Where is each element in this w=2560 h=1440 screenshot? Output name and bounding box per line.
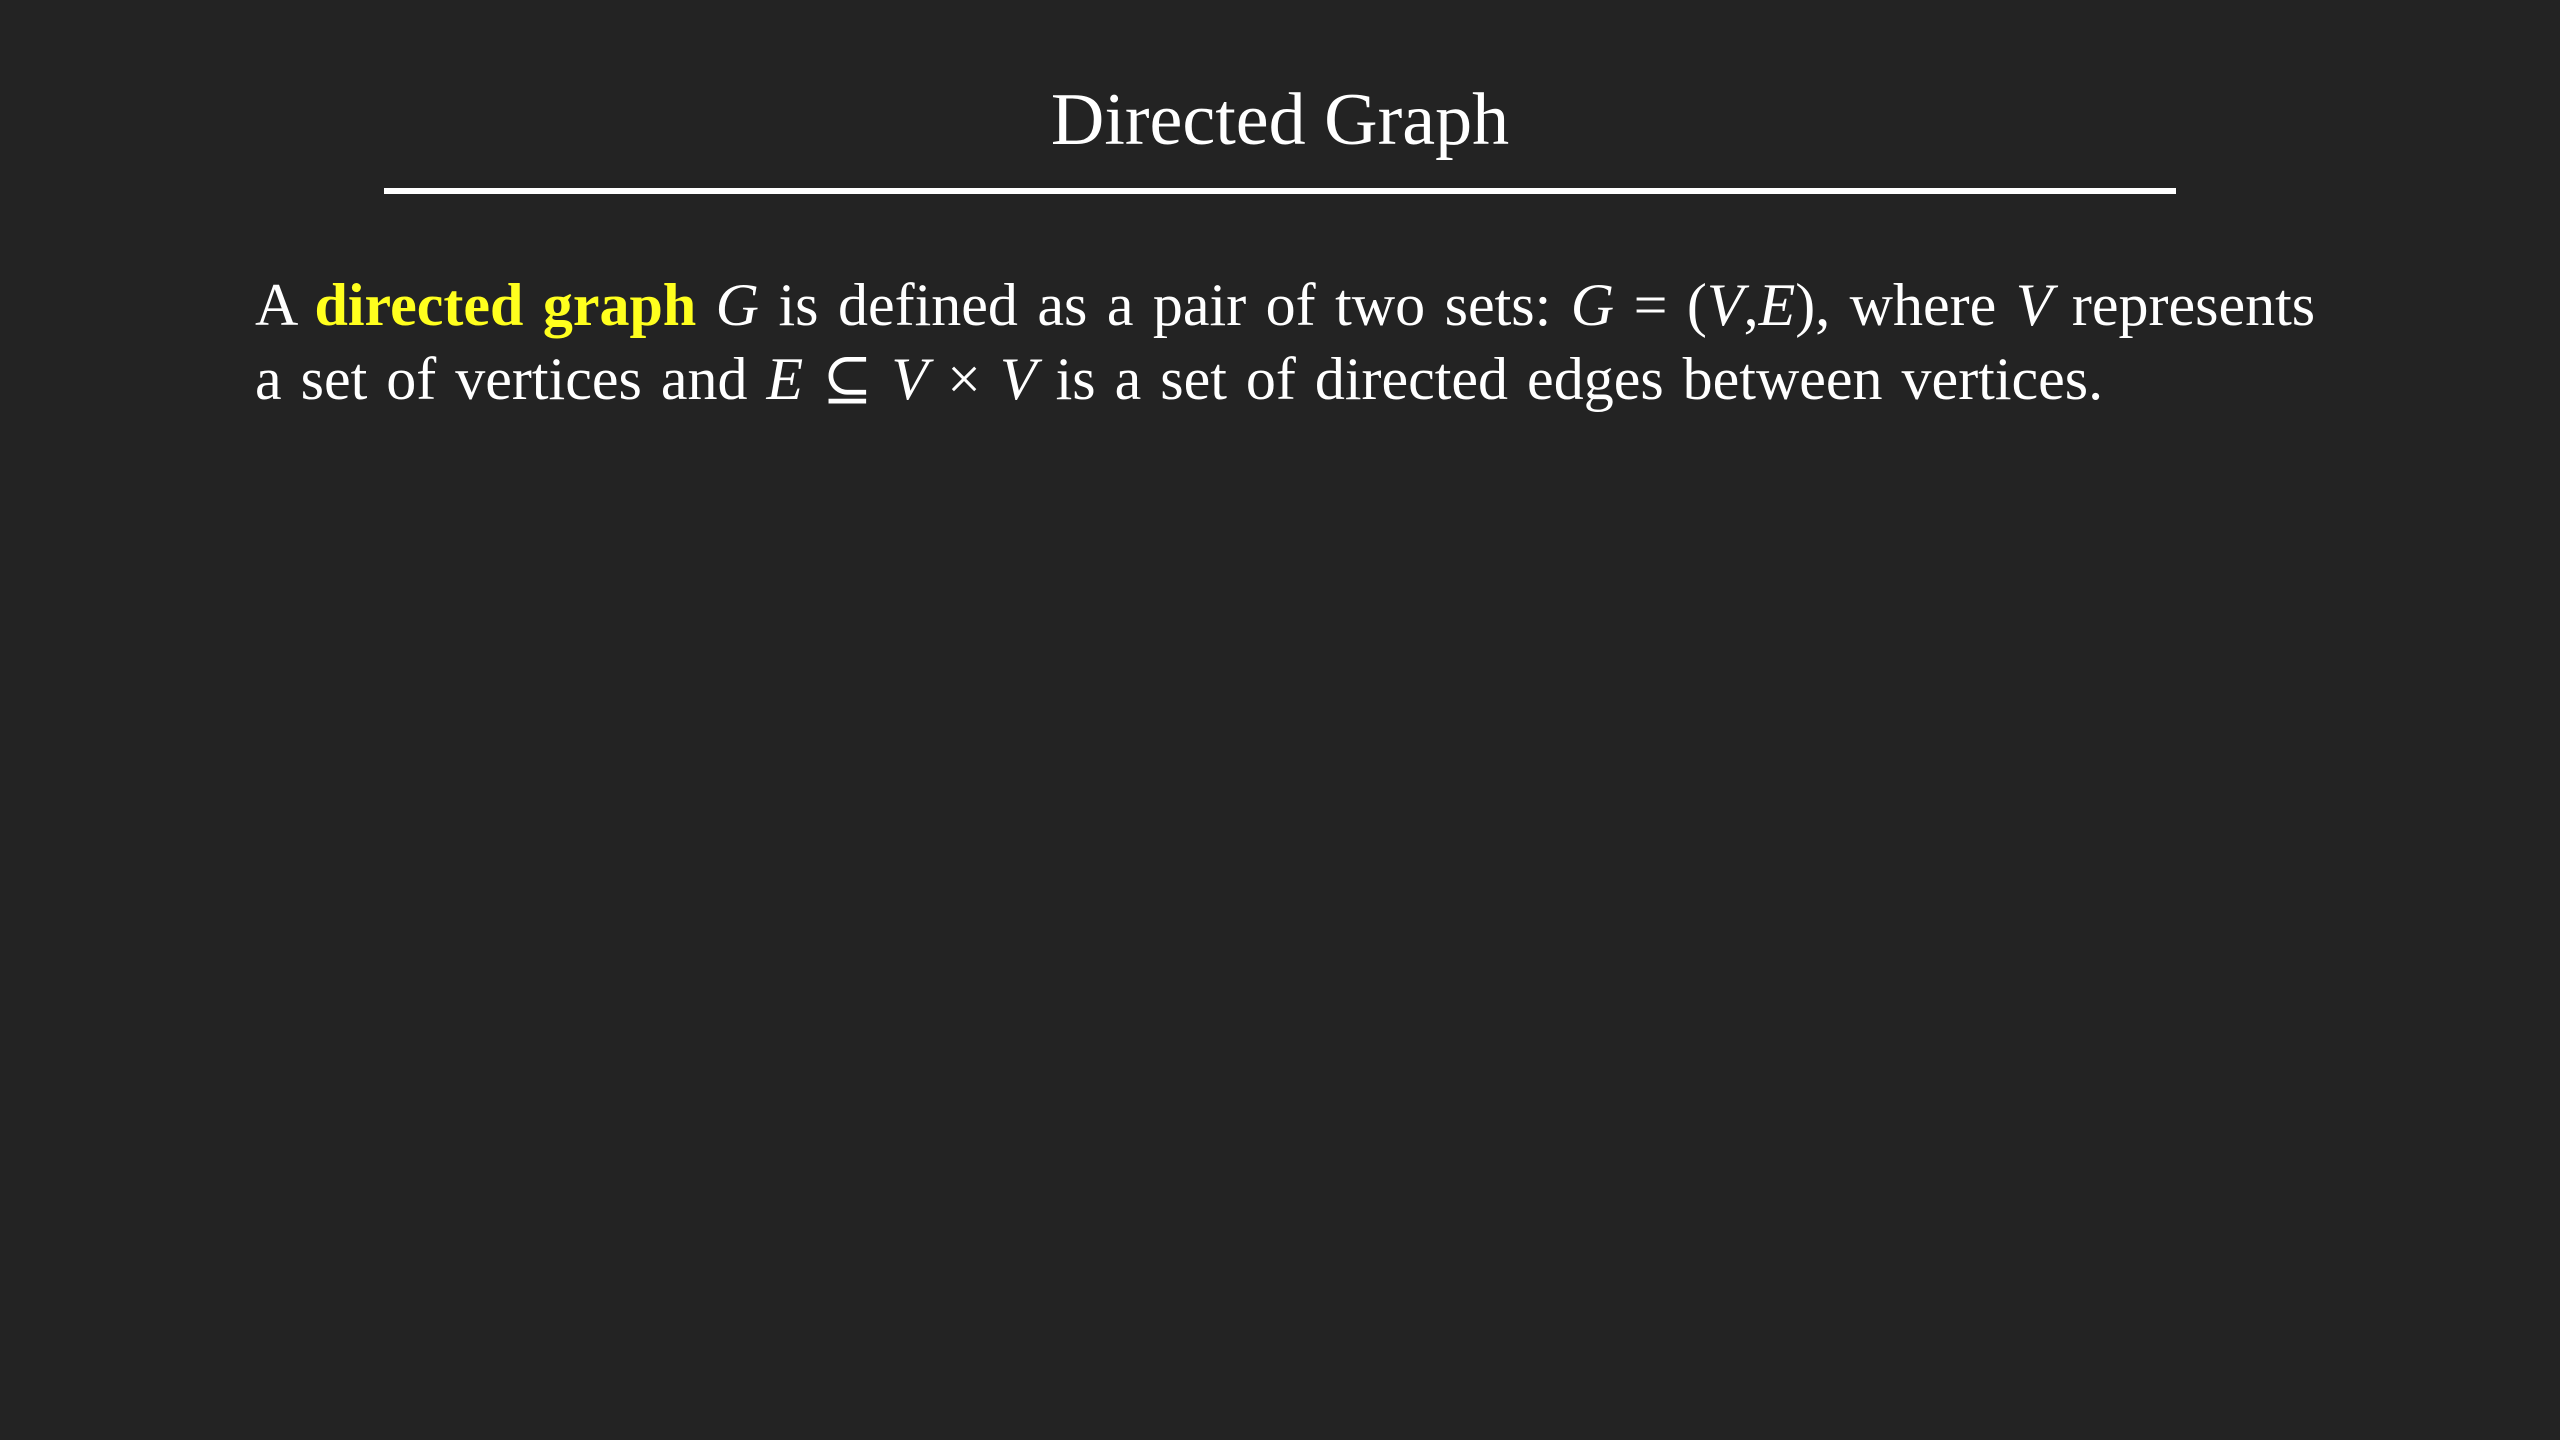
math-paren-close: ) — [1795, 272, 1816, 338]
math-subseteq: ⊆ — [822, 346, 873, 412]
title-divider — [384, 188, 2176, 194]
math-v-2: V — [2015, 272, 2053, 338]
definition-text-5: is a set of directed edges between verti… — [1055, 346, 2104, 412]
math-v-3: V — [891, 346, 929, 412]
math-g: G — [715, 272, 760, 338]
math-e: E — [1758, 272, 1796, 338]
math-e-2: E — [766, 346, 804, 412]
math-times: × — [947, 346, 981, 412]
definition-text-2: is defined as a pair of two sets: — [778, 272, 1552, 338]
math-paren-open: ( — [1686, 272, 1707, 338]
math-equals: = — [1633, 272, 1668, 338]
definition-paragraph: A directed graph G is defined as a pair … — [255, 268, 2315, 416]
math-v-4: V — [999, 346, 1037, 412]
highlighted-term: directed graph — [314, 272, 697, 338]
definition-text-1: A — [255, 272, 296, 338]
slide-title: Directed Graph — [1050, 79, 1510, 161]
math-comma: , — [1743, 272, 1759, 338]
definition-text-3: , where — [1815, 272, 1997, 338]
slide: Directed Graph A directed graph G is def… — [0, 0, 2560, 1440]
math-v: V — [1706, 272, 1744, 338]
math-g-2: G — [1570, 272, 1615, 338]
